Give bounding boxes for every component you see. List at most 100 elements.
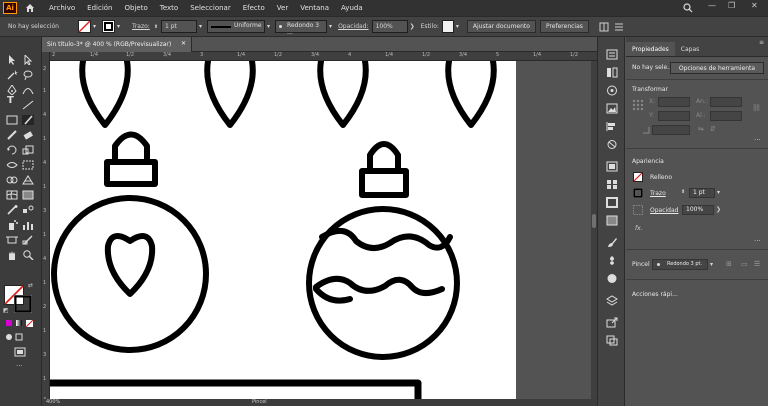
document-tab[interactable]: Sin título-3* @ 400 % (RGB/Previsualizar…	[42, 37, 192, 52]
eyedropper-tool-icon[interactable]	[6, 205, 18, 215]
properties-panel-icon[interactable]	[606, 49, 618, 60]
symbol-sprayer-tool-icon[interactable]	[6, 220, 18, 230]
color-guide-icon[interactable]	[606, 85, 618, 96]
shape-builder-tool-icon[interactable]	[6, 175, 18, 185]
brush-definition[interactable]: Redondo 3 ...	[275, 20, 328, 36]
pen-tool-icon[interactable]	[6, 85, 18, 95]
scrollbar-thumb[interactable]	[592, 214, 596, 228]
edit-toolbar-icon[interactable]: ···	[16, 362, 23, 370]
menu-ventana[interactable]: Ventana	[300, 4, 329, 12]
menu-texto[interactable]: Texto	[160, 4, 178, 12]
brush-dropdown-icon[interactable]: ▾	[329, 23, 332, 30]
artwork[interactable]	[50, 61, 516, 406]
stroke-weight-field[interactable]: 1 pt	[161, 20, 198, 33]
eraser-tool-icon[interactable]	[22, 130, 34, 140]
gradient-mode-icon[interactable]	[16, 320, 22, 326]
fill-dropdown-icon[interactable]: ▾	[93, 23, 96, 30]
screen-mode-icon[interactable]	[15, 333, 23, 341]
search-icon[interactable]	[683, 3, 693, 13]
rotate-tool-icon[interactable]	[6, 145, 18, 155]
more-transform-icon[interactable]: ···	[754, 136, 761, 144]
default-colors-icon[interactable]: ◩	[3, 307, 9, 314]
appearance-opacity-field[interactable]: 100%	[682, 205, 714, 215]
flip-horizontal-icon[interactable]: ⇋	[698, 125, 704, 133]
more-options-icon[interactable]	[614, 22, 624, 32]
menu-objeto[interactable]: Objeto	[125, 4, 148, 12]
scale-tool-icon[interactable]	[22, 145, 34, 155]
symbols-icon[interactable]	[606, 255, 618, 266]
zoom-tool-icon[interactable]	[22, 250, 34, 260]
mesh-tool-icon[interactable]	[6, 190, 18, 200]
stroke-dropdown-icon[interactable]: ▾	[117, 23, 120, 30]
brush-options-icon[interactable]: ▭	[741, 260, 748, 268]
color-panel-icon[interactable]	[606, 161, 618, 172]
constrain-proportions-icon[interactable]: ⛓	[752, 104, 761, 112]
opacity-label[interactable]: Opacidad:	[338, 23, 369, 30]
appearance-stroke-stepper-icon[interactable]: ⬍	[681, 189, 685, 195]
tab-properties[interactable]: Propiedades	[626, 42, 675, 56]
arrange-documents-icon[interactable]	[599, 22, 609, 32]
slice-tool-icon[interactable]	[22, 235, 34, 245]
gradient-panel-icon[interactable]	[606, 215, 618, 226]
stroke-swatch[interactable]	[102, 20, 116, 33]
variable-width-profile[interactable]: Uniforme	[207, 20, 266, 33]
libraries-icon[interactable]	[606, 67, 618, 78]
swatches-icon[interactable]	[606, 179, 618, 190]
swap-colors-icon[interactable]: ⇄	[28, 282, 33, 289]
menu-efecto[interactable]: Efecto	[243, 4, 265, 12]
close-icon[interactable]: ✕	[751, 1, 758, 10]
close-tab-icon[interactable]: ✕	[181, 40, 186, 47]
zoom-level[interactable]: 400%	[46, 399, 60, 405]
brushes-icon[interactable]	[606, 237, 618, 248]
artboards-icon[interactable]	[606, 335, 618, 346]
graphic-style-swatch[interactable]	[441, 20, 454, 33]
appearance-stroke-dropdown-icon[interactable]: ▾	[717, 189, 720, 196]
hand-tool-icon[interactable]	[6, 250, 18, 260]
opacity-arrow-icon[interactable]: ❯	[410, 23, 415, 30]
tool-options-button[interactable]: Opciones de herramienta	[670, 62, 764, 74]
panel-menu-icon[interactable]: ≡	[759, 39, 764, 46]
brush-field-dropdown-icon[interactable]: ▾	[710, 261, 713, 268]
rectangle-tool-icon[interactable]	[6, 115, 18, 125]
style-dropdown-icon[interactable]: ▾	[456, 23, 459, 30]
paintbrush-tool-icon[interactable]	[22, 115, 34, 125]
perspective-grid-tool-icon[interactable]	[22, 175, 34, 185]
menu-ayuda[interactable]: Ayuda	[341, 4, 363, 12]
type-tool-icon[interactable]: T	[7, 95, 19, 106]
menu-edicion[interactable]: Edición	[87, 4, 112, 12]
assets-icon[interactable]	[606, 139, 618, 150]
pencil-tool-icon[interactable]	[6, 130, 18, 140]
export-icon[interactable]	[606, 317, 618, 328]
home-icon[interactable]	[25, 3, 35, 13]
preferences-button[interactable]: Preferencias	[539, 20, 589, 33]
direct-selection-tool-icon[interactable]	[22, 55, 34, 65]
menu-seleccionar[interactable]: Seleccionar	[190, 4, 231, 12]
graphic-styles-icon[interactable]	[606, 273, 618, 284]
menu-ver[interactable]: Ver	[277, 4, 288, 12]
stroke-label[interactable]: Trazo:	[132, 23, 150, 30]
selection-tool-icon[interactable]	[6, 55, 18, 65]
image-trace-icon[interactable]	[606, 103, 618, 114]
appearance-stroke-label[interactable]: Trazo	[650, 190, 666, 197]
reference-point-icon[interactable]	[632, 99, 644, 111]
brush-list-icon[interactable]: ☰	[754, 260, 760, 268]
appearance-opacity-arrow-icon[interactable]: ❯	[716, 206, 721, 213]
color-mode-icon[interactable]	[6, 320, 12, 326]
canvas-area[interactable]	[50, 61, 597, 406]
stroke-panel-icon[interactable]	[606, 197, 618, 208]
blend-tool-icon[interactable]	[22, 205, 34, 215]
lasso-tool-icon[interactable]	[22, 70, 34, 80]
line-tool-icon[interactable]	[22, 100, 34, 110]
brush-field[interactable]: Redondo 3 pt.	[652, 259, 708, 270]
profile-dropdown-icon[interactable]: ▾	[267, 23, 270, 30]
column-graph-tool-icon[interactable]	[22, 220, 34, 230]
appearance-stroke-icon[interactable]	[633, 188, 643, 198]
appearance-opacity-label[interactable]: Opacidad	[650, 207, 678, 214]
align-icon[interactable]	[606, 121, 618, 132]
opacity-field[interactable]: 100%	[371, 20, 408, 33]
draw-normal-icon[interactable]	[5, 333, 13, 341]
layers-icon[interactable]	[606, 295, 618, 306]
more-appearance-icon[interactable]: ···	[754, 237, 761, 245]
appearance-stroke-field[interactable]: 1 pt	[689, 188, 715, 198]
tab-layers[interactable]: Capas	[675, 42, 705, 56]
